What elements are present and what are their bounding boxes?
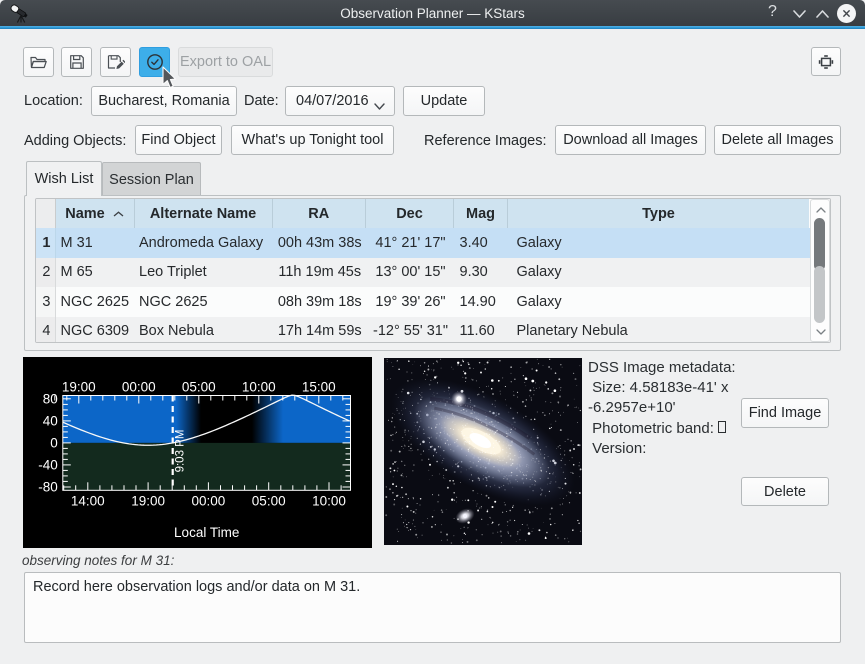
svg-text:-80: -80 xyxy=(38,479,58,494)
svg-text:10:00: 10:00 xyxy=(312,493,346,508)
svg-text:80: 80 xyxy=(43,391,58,406)
svg-text:0: 0 xyxy=(50,435,58,450)
svg-text:9:03 PM: 9:03 PM xyxy=(175,430,187,473)
svg-text:40: 40 xyxy=(43,413,58,428)
svg-text:14:00: 14:00 xyxy=(71,493,105,508)
svg-text:05:00: 05:00 xyxy=(252,493,286,508)
svg-text:15:00: 15:00 xyxy=(302,380,336,395)
svg-text:-40: -40 xyxy=(38,457,58,472)
svg-text:00:00: 00:00 xyxy=(122,380,156,395)
svg-text:10:00: 10:00 xyxy=(242,380,276,395)
svg-text:19:00: 19:00 xyxy=(131,493,165,508)
svg-text:19:00: 19:00 xyxy=(62,380,96,395)
svg-text:Local Time: Local Time xyxy=(174,525,239,540)
svg-text:00:00: 00:00 xyxy=(192,493,226,508)
svg-text:05:00: 05:00 xyxy=(182,380,216,395)
